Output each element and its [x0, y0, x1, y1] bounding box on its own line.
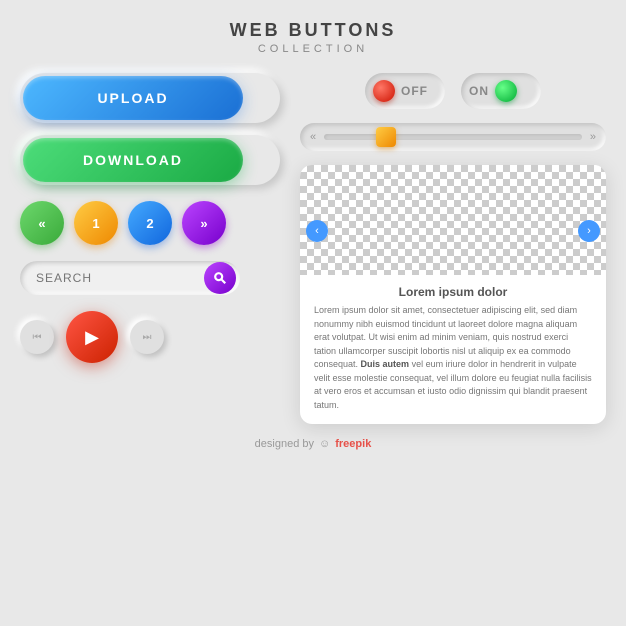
slider-track: [324, 134, 582, 140]
carousel-image: [300, 165, 606, 275]
footer-designed-by: designed by: [255, 438, 314, 450]
toggle-on-label: ON: [469, 84, 489, 98]
download-btn-wrapper: DOWNLOAD: [20, 135, 280, 185]
toggle-off-label: OFF: [401, 84, 428, 98]
page-2-button[interactable]: 2: [128, 201, 172, 245]
search-container: [20, 261, 240, 295]
toggle-row: OFF ON: [300, 73, 606, 109]
rewind-button[interactable]: ⏮: [20, 320, 54, 354]
play-icon: ▶: [85, 327, 99, 348]
page-wrapper: WEB BUTTONS COLLECTION UPLOAD DOWNLOAD «…: [0, 0, 626, 626]
carousel-body: Lorem ipsum dolor sit amet, consectetuer…: [314, 304, 592, 412]
page-title: WEB BUTTONS: [20, 20, 606, 41]
main-content: UPLOAD DOWNLOAD « 1 2 »: [20, 73, 606, 424]
prev-page-button[interactable]: «: [20, 201, 64, 245]
left-column: UPLOAD DOWNLOAD « 1 2 »: [20, 73, 280, 424]
page-1-button[interactable]: 1: [74, 201, 118, 245]
pagination-row: « 1 2 »: [20, 201, 280, 245]
upload-button[interactable]: UPLOAD: [23, 76, 243, 120]
page-subtitle: COLLECTION: [20, 43, 606, 55]
carousel-next-button[interactable]: ›: [578, 220, 600, 242]
next-page-button[interactable]: »: [182, 201, 226, 245]
toggle-red-dot: [373, 80, 395, 102]
toggle-off[interactable]: OFF: [365, 73, 445, 109]
download-button[interactable]: DOWNLOAD: [23, 138, 243, 182]
carousel-bold-text: Duis autem: [361, 359, 410, 369]
play-button[interactable]: ▶: [66, 311, 118, 363]
upload-btn-wrapper: UPLOAD: [20, 73, 280, 123]
carousel-card: ‹ › Lorem ipsum dolor Lorem ipsum dolor …: [300, 165, 606, 424]
carousel-content: Lorem ipsum dolor Lorem ipsum dolor sit …: [300, 275, 606, 424]
footer: designed by ☺ freepik: [20, 438, 606, 450]
search-button[interactable]: [204, 262, 236, 294]
toggle-on[interactable]: ON: [461, 73, 541, 109]
rewind-icon: ⏮: [33, 332, 42, 343]
slider-container: « »: [300, 123, 606, 151]
slider-thumb[interactable]: [376, 127, 396, 147]
footer-brand-name: freepik: [335, 438, 371, 450]
slider-right-arrow[interactable]: »: [590, 131, 596, 143]
fast-forward-icon: ⏭: [143, 332, 152, 343]
carousel-title: Lorem ipsum dolor: [314, 285, 592, 299]
carousel-prev-button[interactable]: ‹: [306, 220, 328, 242]
right-column: OFF ON « » ‹ ›: [300, 73, 606, 424]
footer-brand-icon: ☺: [319, 438, 330, 450]
fast-forward-button[interactable]: ⏭: [130, 320, 164, 354]
toggle-green-dot: [495, 80, 517, 102]
slider-left-arrow[interactable]: «: [310, 131, 316, 143]
header: WEB BUTTONS COLLECTION: [20, 20, 606, 55]
media-player: ⏮ ▶ ⏭: [20, 311, 280, 363]
search-icon: [213, 271, 227, 285]
